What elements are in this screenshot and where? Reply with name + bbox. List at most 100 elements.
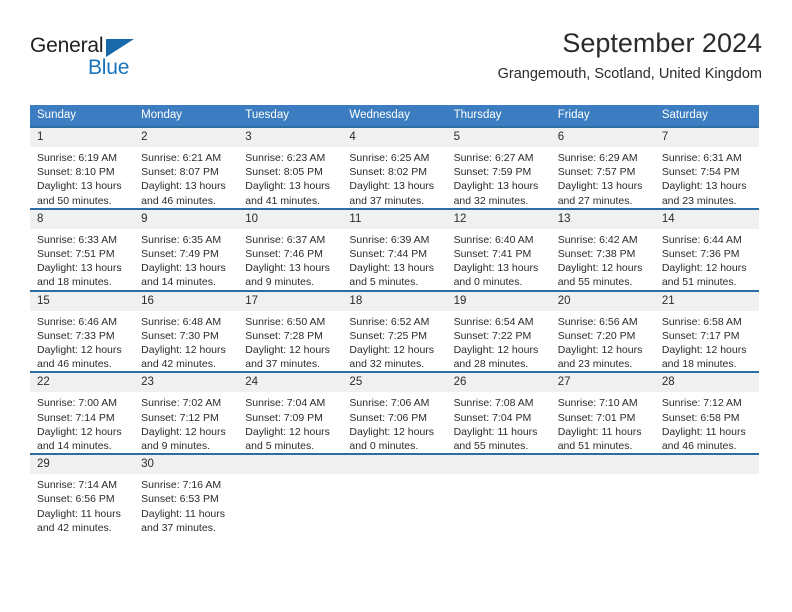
- daylight-text-line2: and 37 minutes.: [141, 521, 216, 534]
- calendar-page: General Blue September 2024 Grangemouth,…: [0, 0, 792, 612]
- sunset-text: Sunset: 7:04 PM: [453, 411, 532, 424]
- day-cell[interactable]: 12 Sunrise: 6:40 AM Sunset: 7:41 PM Dayl…: [446, 207, 551, 290]
- daylight-text-line1: Daylight: 12 hours: [245, 344, 330, 357]
- day-number: 18: [342, 289, 447, 311]
- daylight-text-line1: Daylight: 12 hours: [141, 344, 226, 357]
- day-cell[interactable]: 29 Sunrise: 7:14 AM Sunset: 6:56 PM Dayl…: [30, 453, 135, 535]
- sunrise-text: Sunrise: 7:02 AM: [141, 397, 222, 410]
- daylight-text-line1: Daylight: 13 hours: [453, 180, 539, 193]
- day-cell[interactable]: 28 Sunrise: 7:12 AM Sunset: 6:58 PM Dayl…: [654, 371, 759, 453]
- day-cell[interactable]: 5 Sunrise: 6:27 AM Sunset: 7:59 PM Dayli…: [446, 126, 551, 208]
- calendar-week-row: 22 Sunrise: 7:00 AM Sunset: 7:14 PM Dayl…: [30, 371, 759, 453]
- daylight-text-line2: and 18 minutes.: [37, 276, 112, 289]
- day-cell[interactable]: 8 Sunrise: 6:33 AM Sunset: 7:51 PM Dayli…: [30, 207, 135, 290]
- day-details: Sunrise: 6:54 AM Sunset: 7:22 PM Dayligh…: [447, 311, 551, 372]
- sunrise-text: Sunrise: 7:06 AM: [349, 397, 430, 410]
- sunrise-text: Sunrise: 6:52 AM: [349, 315, 430, 328]
- day-cell-empty: [654, 453, 759, 535]
- day-number: 21: [654, 289, 759, 311]
- day-details: Sunrise: 6:27 AM Sunset: 7:59 PM Dayligh…: [447, 147, 551, 208]
- day-number: [342, 453, 447, 475]
- logo-text-blue: Blue: [88, 56, 130, 79]
- daylight-text-line1: Daylight: 12 hours: [661, 344, 747, 357]
- day-number: [550, 453, 655, 475]
- daylight-text-line1: Daylight: 11 hours: [557, 425, 642, 438]
- day-cell[interactable]: 25 Sunrise: 7:06 AM Sunset: 7:06 PM Dayl…: [342, 371, 447, 453]
- day-details: Sunrise: 6:48 AM Sunset: 7:30 PM Dayligh…: [134, 311, 238, 372]
- day-cell[interactable]: 18 Sunrise: 6:52 AM Sunset: 7:25 PM Dayl…: [342, 289, 447, 372]
- day-cell[interactable]: 14 Sunrise: 6:44 AM Sunset: 7:36 PM Dayl…: [654, 207, 759, 290]
- daylight-text-line1: Daylight: 12 hours: [453, 344, 539, 357]
- day-details: Sunrise: 7:10 AM Sunset: 7:01 PM Dayligh…: [551, 392, 655, 453]
- day-cell[interactable]: 17 Sunrise: 6:50 AM Sunset: 7:28 PM Dayl…: [238, 289, 343, 372]
- day-cell[interactable]: 26 Sunrise: 7:08 AM Sunset: 7:04 PM Dayl…: [446, 371, 551, 453]
- title-block: September 2024 Grangemouth, Scotland, Un…: [498, 26, 762, 83]
- daylight-text-line2: and 51 minutes.: [557, 440, 633, 453]
- day-number: 23: [134, 371, 239, 393]
- day-cell[interactable]: 9 Sunrise: 6:35 AM Sunset: 7:49 PM Dayli…: [134, 207, 239, 290]
- day-cell[interactable]: 19 Sunrise: 6:54 AM Sunset: 7:22 PM Dayl…: [446, 289, 551, 372]
- day-cell[interactable]: 1 Sunrise: 6:19 AM Sunset: 8:10 PM Dayli…: [30, 126, 135, 208]
- day-details: Sunrise: 6:42 AM Sunset: 7:38 PM Dayligh…: [551, 229, 655, 290]
- day-cell[interactable]: 16 Sunrise: 6:48 AM Sunset: 7:30 PM Dayl…: [134, 289, 239, 372]
- sunrise-text: Sunrise: 6:35 AM: [141, 233, 222, 246]
- daylight-text-line2: and 5 minutes.: [245, 440, 315, 453]
- day-number: 7: [654, 126, 759, 147]
- daylight-text-line2: and 9 minutes.: [245, 276, 315, 289]
- day-number: 22: [30, 371, 135, 393]
- day-cell[interactable]: 27 Sunrise: 7:10 AM Sunset: 7:01 PM Dayl…: [550, 371, 655, 453]
- day-cell[interactable]: 13 Sunrise: 6:42 AM Sunset: 7:38 PM Dayl…: [550, 207, 655, 290]
- day-details: Sunrise: 6:50 AM Sunset: 7:28 PM Dayligh…: [238, 311, 342, 372]
- day-cell[interactable]: 6 Sunrise: 6:29 AM Sunset: 7:57 PM Dayli…: [550, 126, 655, 208]
- sunrise-text: Sunrise: 6:40 AM: [453, 233, 534, 246]
- day-details: Sunrise: 7:14 AM Sunset: 6:56 PM Dayligh…: [30, 474, 134, 535]
- sunrise-text: Sunrise: 6:50 AM: [245, 315, 326, 328]
- day-cell[interactable]: 23 Sunrise: 7:02 AM Sunset: 7:12 PM Dayl…: [134, 371, 239, 453]
- day-number: 12: [446, 207, 551, 229]
- day-number: 11: [342, 207, 447, 229]
- day-details: Sunrise: 6:46 AM Sunset: 7:33 PM Dayligh…: [30, 311, 134, 372]
- day-cell[interactable]: 30 Sunrise: 7:16 AM Sunset: 6:53 PM Dayl…: [134, 453, 239, 535]
- day-cell[interactable]: 15 Sunrise: 6:46 AM Sunset: 7:33 PM Dayl…: [30, 289, 135, 372]
- day-details: Sunrise: 6:23 AM Sunset: 8:05 PM Dayligh…: [238, 147, 342, 208]
- sunset-text: Sunset: 7:41 PM: [453, 248, 532, 261]
- daylight-text-line1: Daylight: 12 hours: [37, 344, 122, 357]
- day-cell[interactable]: 10 Sunrise: 6:37 AM Sunset: 7:46 PM Dayl…: [238, 207, 343, 290]
- day-number: 26: [446, 371, 551, 393]
- sunrise-text: Sunrise: 6:44 AM: [661, 233, 742, 246]
- daylight-text-line2: and 0 minutes.: [453, 276, 523, 289]
- day-details: Sunrise: 6:39 AM Sunset: 7:44 PM Dayligh…: [342, 229, 446, 290]
- sunset-text: Sunset: 7:46 PM: [245, 248, 323, 261]
- daylight-text-line1: Daylight: 13 hours: [245, 180, 330, 193]
- day-cell[interactable]: 2 Sunrise: 6:21 AM Sunset: 8:07 PM Dayli…: [134, 126, 239, 208]
- day-cell[interactable]: 21 Sunrise: 6:58 AM Sunset: 7:17 PM Dayl…: [654, 289, 759, 372]
- day-cell[interactable]: 22 Sunrise: 7:00 AM Sunset: 7:14 PM Dayl…: [30, 371, 135, 453]
- day-cell[interactable]: 3 Sunrise: 6:23 AM Sunset: 8:05 PM Dayli…: [238, 126, 343, 208]
- daylight-text-line2: and 46 minutes.: [141, 194, 216, 207]
- calendar-grid: Sunday Monday Tuesday Wednesday Thursday…: [30, 105, 759, 535]
- day-number: [446, 453, 551, 475]
- sunrise-text: Sunrise: 6:39 AM: [349, 233, 430, 246]
- daylight-text-line1: Daylight: 12 hours: [141, 425, 226, 438]
- day-cell[interactable]: 11 Sunrise: 6:39 AM Sunset: 7:44 PM Dayl…: [342, 207, 447, 290]
- day-cell[interactable]: 20 Sunrise: 6:56 AM Sunset: 7:20 PM Dayl…: [550, 289, 655, 372]
- daylight-text-line2: and 23 minutes.: [557, 358, 633, 371]
- sunset-text: Sunset: 7:30 PM: [141, 329, 219, 342]
- sunrise-text: Sunrise: 6:42 AM: [557, 233, 638, 246]
- day-number: 27: [550, 371, 655, 393]
- sunrise-text: Sunrise: 7:04 AM: [245, 397, 326, 410]
- day-details: Sunrise: 7:02 AM Sunset: 7:12 PM Dayligh…: [134, 392, 238, 453]
- day-cell[interactable]: 4 Sunrise: 6:25 AM Sunset: 8:02 PM Dayli…: [342, 126, 447, 208]
- calendar-week-row: 29 Sunrise: 7:14 AM Sunset: 6:56 PM Dayl…: [30, 453, 759, 535]
- day-details: Sunrise: 6:58 AM Sunset: 7:17 PM Dayligh…: [655, 311, 759, 372]
- daylight-text-line2: and 42 minutes.: [141, 358, 216, 371]
- day-number: 9: [134, 207, 239, 229]
- daylight-text-line2: and 18 minutes.: [661, 358, 737, 371]
- sunset-text: Sunset: 8:05 PM: [245, 166, 323, 179]
- sunset-text: Sunset: 7:12 PM: [141, 411, 219, 424]
- day-cell[interactable]: 24 Sunrise: 7:04 AM Sunset: 7:09 PM Dayl…: [238, 371, 343, 453]
- sunset-text: Sunset: 7:28 PM: [245, 329, 323, 342]
- daylight-text-line2: and 32 minutes.: [349, 358, 425, 371]
- day-number: 25: [342, 371, 447, 393]
- day-cell[interactable]: 7 Sunrise: 6:31 AM Sunset: 7:54 PM Dayli…: [654, 126, 759, 208]
